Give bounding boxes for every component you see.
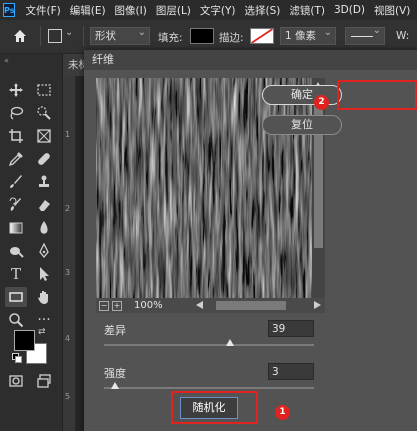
annotation-box-randomize [171, 391, 258, 424]
variance-label: 差异 [104, 324, 126, 337]
menu-type[interactable]: 文字(Y) [200, 3, 236, 18]
menu-filter[interactable]: 滤镜(T) [289, 3, 325, 18]
tool-preset-picker[interactable]: ⌄ [48, 27, 74, 43]
preview-zoom-bar: − + 100% [96, 298, 325, 313]
brush-icon[interactable] [5, 172, 27, 192]
annotation-badge-1: 1 [275, 405, 290, 420]
gradient-icon[interactable] [5, 218, 27, 238]
pen-icon[interactable] [33, 241, 55, 261]
menu-select[interactable]: 选择(S) [245, 3, 281, 18]
zoom-out-icon[interactable]: − [99, 300, 109, 311]
strength-input[interactable]: 3 [268, 363, 314, 380]
shape-mode-dropdown[interactable]: 形状 [90, 25, 150, 45]
scroll-left-icon[interactable] [196, 301, 203, 309]
stroke-label: 描边: [219, 32, 244, 44]
rectangle-icon[interactable] [5, 287, 27, 307]
stroke-swatch[interactable] [250, 28, 274, 44]
menu-image[interactable]: 图像(I) [115, 3, 147, 18]
screen-mode-icon[interactable] [33, 371, 55, 391]
scroll-right-icon[interactable] [314, 301, 321, 309]
variance-slider-track[interactable] [104, 344, 314, 346]
type-icon[interactable]: T [5, 264, 27, 284]
annotation-badge-2: 2 [314, 95, 329, 110]
fibers-preview[interactable] [96, 78, 312, 298]
strength-slider-thumb[interactable] [110, 382, 119, 389]
eyedropper-icon[interactable] [5, 149, 27, 169]
history-brush-icon[interactable] [5, 195, 27, 215]
menu-edit[interactable]: 编辑(E) [70, 3, 106, 18]
frame-icon[interactable] [33, 126, 55, 146]
menu-file[interactable]: 文件(F) [25, 3, 60, 18]
photoshop-logo: Ps [3, 3, 16, 17]
hand-icon[interactable] [33, 287, 55, 307]
quick-mask-icon[interactable] [5, 371, 27, 391]
dodge-icon[interactable] [5, 241, 27, 261]
default-colors-icon[interactable] [12, 353, 22, 363]
crop-icon[interactable] [5, 126, 27, 146]
reset-button[interactable]: 复位 [262, 115, 342, 135]
zoom-value: 100% [134, 300, 163, 311]
menu-bar: Ps 文件(F) 编辑(E) 图像(I) 图层(L) 文字(Y) 选择(S) 滤… [0, 0, 417, 20]
vertical-ruler: 1 2 3 4 5 [63, 76, 76, 431]
ruler-number: 2 [65, 204, 71, 213]
stamp-icon[interactable] [33, 172, 55, 192]
menu-layer[interactable]: 图层(L) [156, 3, 191, 18]
foreground-color-swatch[interactable] [14, 330, 35, 351]
panel-collapse-icon[interactable]: « [4, 56, 9, 65]
annotation-box-ok [337, 80, 417, 110]
options-bar: ⌄ 形状 填充: 描边: 1 像素 ⌄ W: [0, 20, 417, 54]
ruler-number: 1 [65, 130, 71, 139]
stroke-width-dropdown[interactable]: 1 像素 [280, 25, 336, 45]
ruler-number: 3 [65, 268, 71, 277]
home-icon[interactable] [12, 28, 28, 44]
path-select-icon[interactable] [33, 264, 55, 284]
stroke-type-dropdown[interactable]: ⌄ [345, 25, 385, 45]
zoom-in-icon[interactable]: + [112, 300, 122, 311]
tools-panel: « T ··· ⇄ [0, 54, 63, 431]
blur-icon[interactable] [33, 218, 55, 238]
fill-swatch[interactable] [190, 28, 214, 44]
ok-button[interactable]: 确定 [262, 85, 342, 105]
strength-label: 强度 [104, 367, 126, 380]
move-icon[interactable] [5, 80, 27, 100]
dialog-title: 纤维 [84, 50, 417, 70]
ruler-number: 4 [65, 334, 71, 343]
ruler-number: 5 [65, 392, 71, 401]
quick-select-icon[interactable] [33, 103, 55, 123]
preview-vertical-scrollbar[interactable] [312, 78, 325, 298]
healing-icon[interactable] [33, 149, 55, 169]
lasso-icon[interactable] [5, 103, 27, 123]
zoom-icon[interactable] [5, 310, 27, 330]
strength-slider-track[interactable] [104, 387, 314, 389]
eraser-icon[interactable] [33, 195, 55, 215]
swap-colors-icon[interactable]: ⇄ [38, 327, 46, 337]
variance-input[interactable]: 39 [268, 320, 314, 337]
horizontal-scroll-thumb[interactable] [216, 301, 286, 310]
menu-3d[interactable]: 3D(D) [334, 4, 365, 16]
width-label: W: [396, 30, 410, 42]
variance-slider-thumb[interactable] [225, 339, 234, 346]
menu-view[interactable]: 视图(V) [374, 3, 410, 18]
marquee-icon[interactable] [33, 80, 55, 100]
fill-label: 填充: [158, 32, 183, 44]
